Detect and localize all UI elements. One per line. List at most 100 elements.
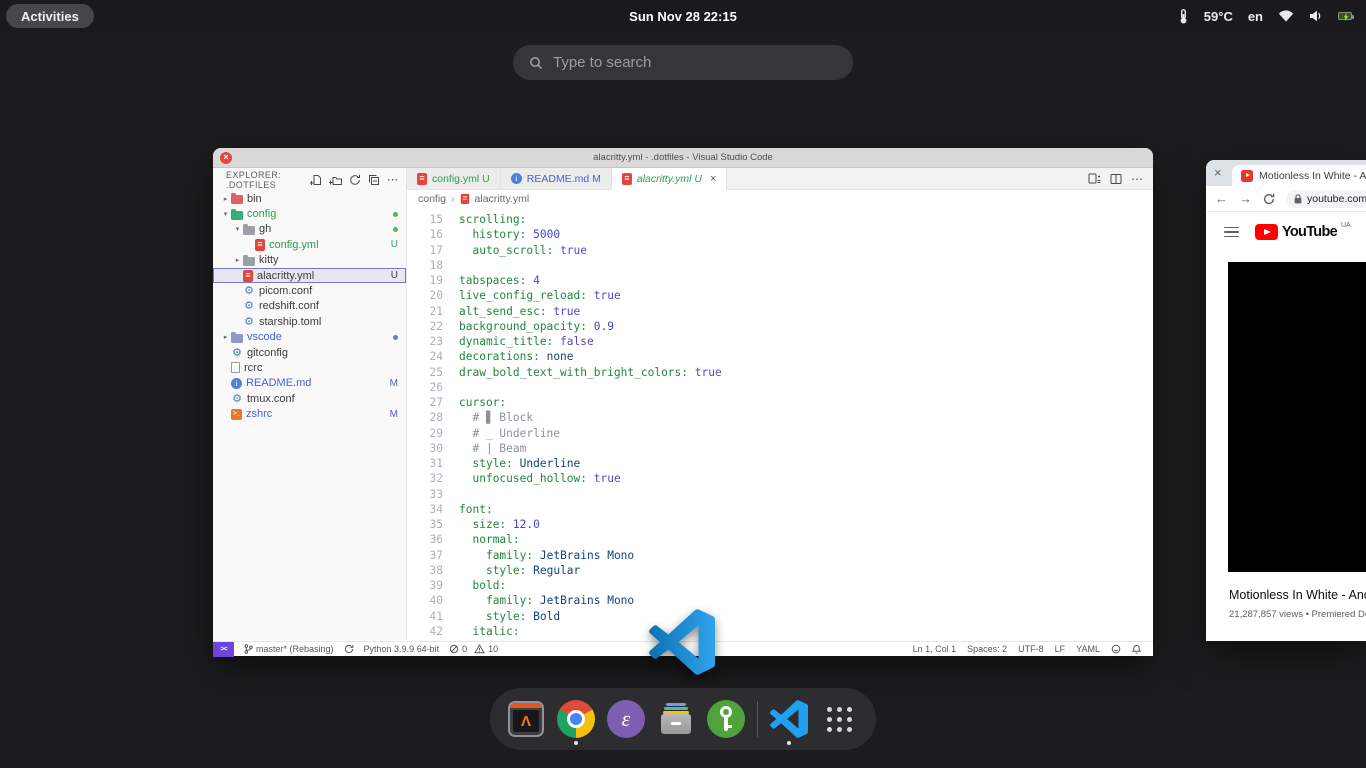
tree-item-redshift.conf[interactable]: ⚙redshift.conf [213,299,406,314]
git-branch-status[interactable]: master* (Rebasing) [244,644,334,654]
show-applications-button[interactable] [820,700,858,738]
code-line[interactable]: 17 auto_scroll: true [407,243,1153,258]
code-line[interactable]: 40 family: JetBrains Mono [407,593,1153,608]
new-file-icon[interactable] [310,174,322,186]
line-number: 31 [407,456,451,471]
sync-icon[interactable] [344,644,354,654]
tree-item-alacritty.yml[interactable]: alacritty.ymlU [213,268,406,283]
system-status-area[interactable]: 59°C en [1178,0,1352,32]
breadcrumb-file[interactable]: alacritty.yml [475,193,530,205]
tree-item-tmux.conf[interactable]: ⚙tmux.conf [213,391,406,406]
dock-item-files[interactable] [657,700,695,738]
code-line[interactable]: 43 family: JetBrains Mono [407,639,1153,640]
tree-item-gitconfig[interactable]: ⚙gitconfig [213,345,406,360]
editor-more-icon[interactable]: ⋯ [1131,172,1143,186]
tree-item-rcrc[interactable]: rcrc [213,360,406,375]
breadcrumb[interactable]: config › alacritty.yml [407,190,1153,208]
address-bar[interactable]: youtube.com/wa [1286,190,1366,208]
tab-close-icon[interactable]: × [710,173,716,185]
new-folder-icon[interactable] [329,174,342,186]
remote-indicator[interactable]: >< [213,642,234,657]
tree-item-config[interactable]: ▾config [213,206,406,221]
code-line[interactable]: 30 # | Beam [407,441,1153,456]
code-line[interactable]: 31 style: Underline [407,456,1153,471]
code-line[interactable]: 28 # ▋ Block [407,410,1153,425]
more-actions-icon[interactable]: ⋯ [387,176,398,184]
problems-status[interactable]: 0 10 [449,644,498,654]
forward-icon[interactable]: → [1239,191,1252,206]
clock[interactable]: Sun Nov 28 22:15 [0,9,1366,24]
tree-item-README.md[interactable]: README.mdM [213,376,406,391]
youtube-logo[interactable]: YouTube UA [1255,222,1351,242]
code-line[interactable]: 32 unfocused_hollow: true [407,471,1153,486]
close-icon[interactable]: × [1214,165,1222,180]
video-player[interactable] [1228,262,1366,572]
tree-item-gh[interactable]: ▾gh [213,222,406,237]
code-line[interactable]: 37 family: JetBrains Mono [407,548,1153,563]
code-line[interactable]: 29 # _ Underline [407,426,1153,441]
statusbar-item[interactable]: Ln 1, Col 1 [913,644,957,654]
statusbar-item[interactable]: YAML [1076,644,1100,654]
tree-item-label: gitconfig [247,347,288,359]
reload-icon[interactable] [1263,193,1275,205]
code-line[interactable]: 35 size: 12.0 [407,517,1153,532]
code-line[interactable]: 21alt_send_esc: true [407,304,1153,319]
code-line[interactable]: 20live_config_reload: true [407,288,1153,303]
tree-item-picom.conf[interactable]: ⚙picom.conf [213,283,406,298]
feedback-icon[interactable] [1111,644,1121,654]
statusbar-item[interactable]: LF [1055,644,1066,654]
refresh-icon[interactable] [349,174,361,186]
open-changes-icon[interactable] [1088,173,1101,185]
code-line[interactable]: 18 [407,258,1153,273]
code-line[interactable]: 22background_opacity: 0.9 [407,319,1153,334]
chevron-icon: ▸ [220,333,231,341]
vscode-titlebar[interactable]: × alacritty.yml - .dotfiles - Visual Stu… [213,148,1153,168]
code-line[interactable]: 25draw_bold_text_with_bright_colors: tru… [407,365,1153,380]
python-interpreter[interactable]: Python 3.9.9 64-bit [364,644,440,654]
editor-tab-alacritty.yml[interactable]: alacritty.yml U× [612,168,728,190]
search-input[interactable]: Type to search [513,45,853,80]
breadcrumb-folder[interactable]: config [418,193,446,205]
editor-tab-README.md[interactable]: README.md M [501,168,612,189]
browser-tab-youtube[interactable]: Motionless In White - A [1232,165,1366,186]
tree-item-label: kitty [259,254,279,266]
code-line[interactable]: 38 style: Regular [407,563,1153,578]
split-editor-icon[interactable] [1110,173,1122,185]
tree-item-kitty[interactable]: ▸kitty [213,253,406,268]
editor-tab-config.yml[interactable]: config.yml U [407,168,501,189]
code-line[interactable]: 16 history: 5000 [407,227,1153,242]
dock-item-vscode[interactable] [770,700,808,738]
code-line[interactable]: 39 bold: [407,578,1153,593]
dock-item-chrome[interactable] [557,700,595,738]
code-line[interactable]: 26 [407,380,1153,395]
tree-item-vscode[interactable]: ▸vscode [213,330,406,345]
tree-item-config.yml[interactable]: config.ymlU [213,237,406,252]
code-line[interactable]: 24decorations: none [407,349,1153,364]
code-line[interactable]: 15scrolling: [407,212,1153,227]
code-editor[interactable]: 15scrolling:16 history: 500017 auto_scro… [407,208,1153,640]
code-line[interactable]: 42 italic: [407,624,1153,639]
statusbar-item[interactable]: UTF-8 [1018,644,1044,654]
code-line[interactable]: 23dynamic_title: false [407,334,1153,349]
chevron-icon: ▾ [220,210,231,218]
notifications-bell-icon[interactable] [1132,644,1141,654]
code-line[interactable]: 36 normal: [407,532,1153,547]
code-line[interactable]: 41 style: Bold [407,609,1153,624]
git-status-badge [393,335,398,340]
code-line[interactable]: 19tabspaces: 4 [407,273,1153,288]
dock-item-keepassxc[interactable] [707,700,745,738]
code-line[interactable]: 34font: [407,502,1153,517]
hamburger-menu-icon[interactable] [1224,227,1239,238]
window-close-button[interactable]: × [220,152,232,164]
back-icon[interactable]: ← [1215,191,1228,206]
tree-item-zshrc[interactable]: zshrcM [213,406,406,421]
tree-item-bin[interactable]: ▸bin [213,191,406,206]
code-line[interactable]: 33 [407,487,1153,502]
collapse-folders-icon[interactable] [368,174,380,186]
statusbar-item[interactable]: Spaces: 2 [967,644,1007,654]
code-line[interactable]: 27cursor: [407,395,1153,410]
file-tree: ▸bin▾config▾ghconfig.ymlU▸kittyalacritty… [213,191,406,422]
dock-item-emacs[interactable]: ε [607,700,645,738]
tree-item-starship.toml[interactable]: ⚙starship.toml [213,314,406,329]
dock-item-alacritty[interactable]: Λ [507,700,545,738]
